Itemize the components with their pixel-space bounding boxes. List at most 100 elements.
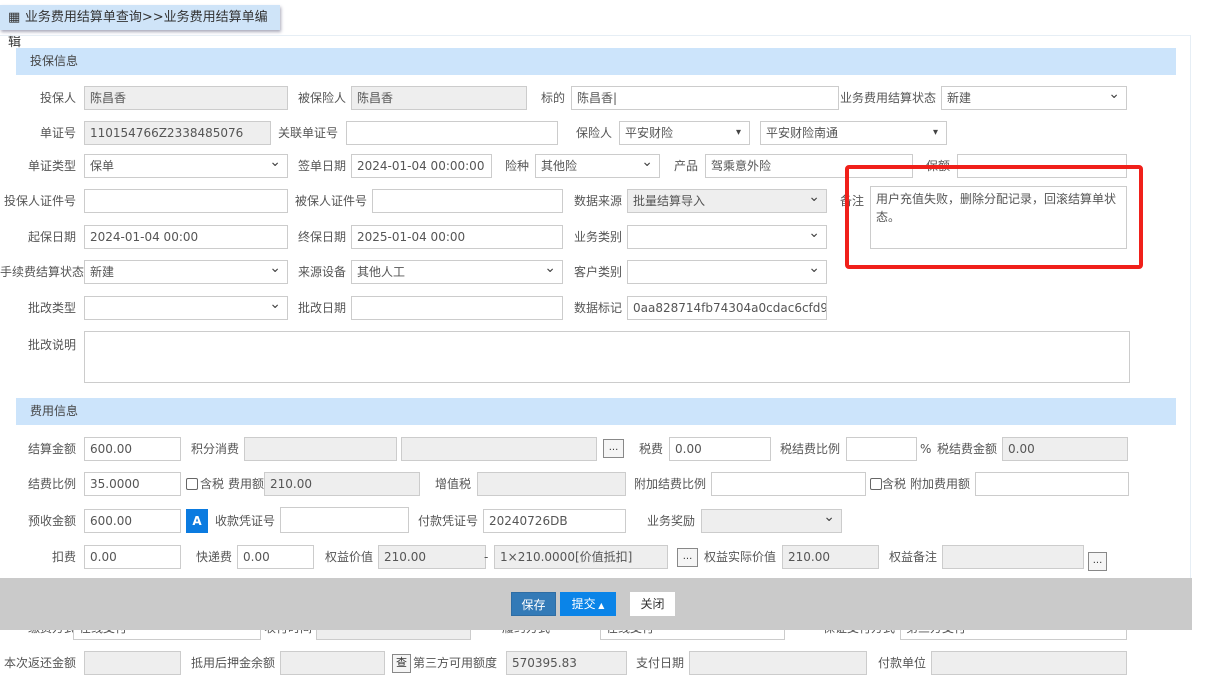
equity-remark-more-button[interactable]: ... bbox=[1088, 552, 1107, 571]
submit-button[interactable]: 提交 ▲ bbox=[560, 592, 616, 616]
label: 本次返还金额 bbox=[3, 656, 76, 670]
fee-amount-field[interactable]: 210.00 bbox=[264, 472, 420, 496]
deduct-field[interactable]: 0.00 bbox=[84, 545, 181, 569]
divider bbox=[1190, 35, 1191, 595]
label: 结算金额 bbox=[27, 442, 76, 456]
label: 权益实际价值 bbox=[703, 550, 776, 564]
breadcrumb-tab[interactable]: ▦ 业务费用结算单查询>>业务费用结算单编辑 bbox=[0, 5, 280, 50]
label: 扣费 bbox=[51, 550, 76, 564]
label: 快递费 bbox=[195, 550, 232, 564]
label: 数据来源 bbox=[573, 194, 622, 208]
doc-no-field[interactable]: 110154766Z2338485076 bbox=[84, 121, 271, 145]
section-policy: 投保信息 bbox=[16, 48, 1176, 75]
equity-real-field[interactable]: 210.00 bbox=[782, 545, 879, 569]
settle-status-select[interactable]: 新建 bbox=[941, 86, 1127, 110]
third-party-field[interactable]: 570395.83 bbox=[506, 651, 627, 675]
receipt-field[interactable] bbox=[280, 507, 409, 533]
equity-desc-field[interactable]: 1×210.0000[价值抵扣] bbox=[494, 545, 668, 569]
label: 业务类别 bbox=[573, 230, 622, 244]
label: 客户类别 bbox=[573, 265, 622, 279]
label: 附加费用额 bbox=[910, 477, 971, 491]
sign-date-field[interactable]: 2024-01-04 00:00:00 bbox=[351, 154, 492, 178]
label: 支付日期 bbox=[635, 656, 684, 670]
reward-select[interactable] bbox=[701, 509, 842, 533]
insurer-select[interactable]: 平安财险 bbox=[619, 121, 750, 145]
end-date-field[interactable]: 2025-01-04 00:00 bbox=[351, 225, 563, 249]
label: 单证类型 bbox=[27, 159, 76, 173]
express-field[interactable]: 0.00 bbox=[237, 545, 314, 569]
label: 费用额 bbox=[228, 477, 265, 491]
label: 数据标记 bbox=[573, 301, 622, 315]
settle-amount-field[interactable]: 600.00 bbox=[84, 437, 181, 461]
start-date-field[interactable]: 2024-01-04 00:00 bbox=[84, 225, 288, 249]
biz-type-select[interactable] bbox=[627, 225, 827, 249]
refund-field[interactable] bbox=[84, 651, 181, 675]
label: 税费 bbox=[638, 442, 663, 456]
fee-status-select[interactable]: 新建 bbox=[84, 260, 288, 284]
close-button[interactable]: 关闭 bbox=[630, 592, 675, 616]
deposit-field[interactable] bbox=[280, 651, 385, 675]
data-tag-field[interactable]: 0aa828714fb74304a0cdac6cfd9a8 bbox=[627, 296, 827, 320]
add-fee-field[interactable] bbox=[975, 472, 1129, 496]
label: 权益备注 bbox=[888, 550, 937, 564]
a-button[interactable]: A bbox=[186, 509, 208, 533]
equity-more-button[interactable]: ... bbox=[677, 548, 698, 567]
label: 权益价值 bbox=[324, 550, 373, 564]
check-button[interactable]: 查 bbox=[392, 654, 411, 673]
ratio-field[interactable]: 35.0000 bbox=[84, 472, 181, 496]
risk-select[interactable]: 其他险 bbox=[535, 154, 660, 178]
label: 业务费用结算状态 bbox=[840, 91, 937, 105]
highlight-box bbox=[845, 165, 1143, 269]
applicant-field[interactable]: 陈昌香 bbox=[84, 86, 288, 110]
points-detail-field[interactable] bbox=[401, 437, 597, 461]
caret-up-icon: ▲ bbox=[595, 601, 605, 610]
equity-field[interactable]: 210.00 bbox=[378, 545, 486, 569]
points-more-button[interactable]: ... bbox=[603, 439, 624, 458]
tax-field[interactable]: 0.00 bbox=[669, 437, 771, 461]
payer-field[interactable] bbox=[931, 651, 1127, 675]
applicant-id-field[interactable] bbox=[84, 189, 288, 213]
label: 收款凭证号 bbox=[214, 514, 275, 528]
label: 含税 bbox=[882, 477, 907, 491]
endorse-date-field[interactable] bbox=[351, 296, 563, 320]
doc-type-select[interactable]: 保单 bbox=[84, 154, 288, 178]
label: 险种 bbox=[504, 159, 529, 173]
label: 被保险人 bbox=[297, 91, 346, 105]
add-incl-tax-checkbox[interactable] bbox=[870, 478, 882, 490]
add-ratio-field[interactable] bbox=[711, 472, 866, 496]
subject-field[interactable]: 陈昌香| bbox=[571, 86, 839, 110]
label: 签单日期 bbox=[297, 159, 346, 173]
tax-fee-field[interactable]: 0.00 bbox=[1002, 437, 1128, 461]
related-doc-field[interactable] bbox=[346, 121, 558, 145]
label: 批改日期 bbox=[297, 301, 346, 315]
label: 来源设备 bbox=[297, 265, 346, 279]
submit-label: 提交 bbox=[571, 597, 596, 611]
payment-field[interactable]: 20240726DB bbox=[483, 509, 626, 533]
label: 税结费金额 bbox=[936, 442, 997, 456]
cust-type-select[interactable] bbox=[627, 260, 827, 284]
label: 增值税 bbox=[434, 477, 471, 491]
label: 抵用后押金余额 bbox=[190, 656, 275, 670]
endorse-type-select[interactable] bbox=[84, 296, 288, 320]
insured-field[interactable]: 陈昌香 bbox=[351, 86, 527, 110]
vat-field[interactable] bbox=[477, 472, 626, 496]
insurer-branch-select[interactable]: 平安财险南通 bbox=[760, 121, 947, 145]
label: 含税 bbox=[200, 477, 225, 491]
label: 附加结费比例 bbox=[633, 477, 706, 491]
label: 结费比例 bbox=[27, 477, 76, 491]
prepay-field[interactable]: 600.00 bbox=[84, 509, 181, 533]
source-select[interactable]: 批量结算导入 bbox=[627, 189, 827, 213]
incl-tax-checkbox[interactable] bbox=[186, 478, 198, 490]
label: 手续费结算状态 bbox=[0, 265, 85, 279]
label: 起保日期 bbox=[27, 230, 76, 244]
insured-id-field[interactable] bbox=[372, 189, 563, 213]
equity-remark-field[interactable] bbox=[942, 545, 1084, 569]
pay-date-field[interactable] bbox=[689, 651, 867, 675]
endorse-desc-textarea[interactable] bbox=[84, 331, 1130, 383]
save-button[interactable]: 保存 bbox=[511, 592, 556, 616]
device-select[interactable]: 其他人工 bbox=[351, 260, 563, 284]
points-field[interactable] bbox=[244, 437, 397, 461]
percent-label: % bbox=[920, 442, 932, 456]
tax-ratio-field[interactable] bbox=[846, 437, 917, 461]
divider bbox=[0, 35, 1190, 36]
